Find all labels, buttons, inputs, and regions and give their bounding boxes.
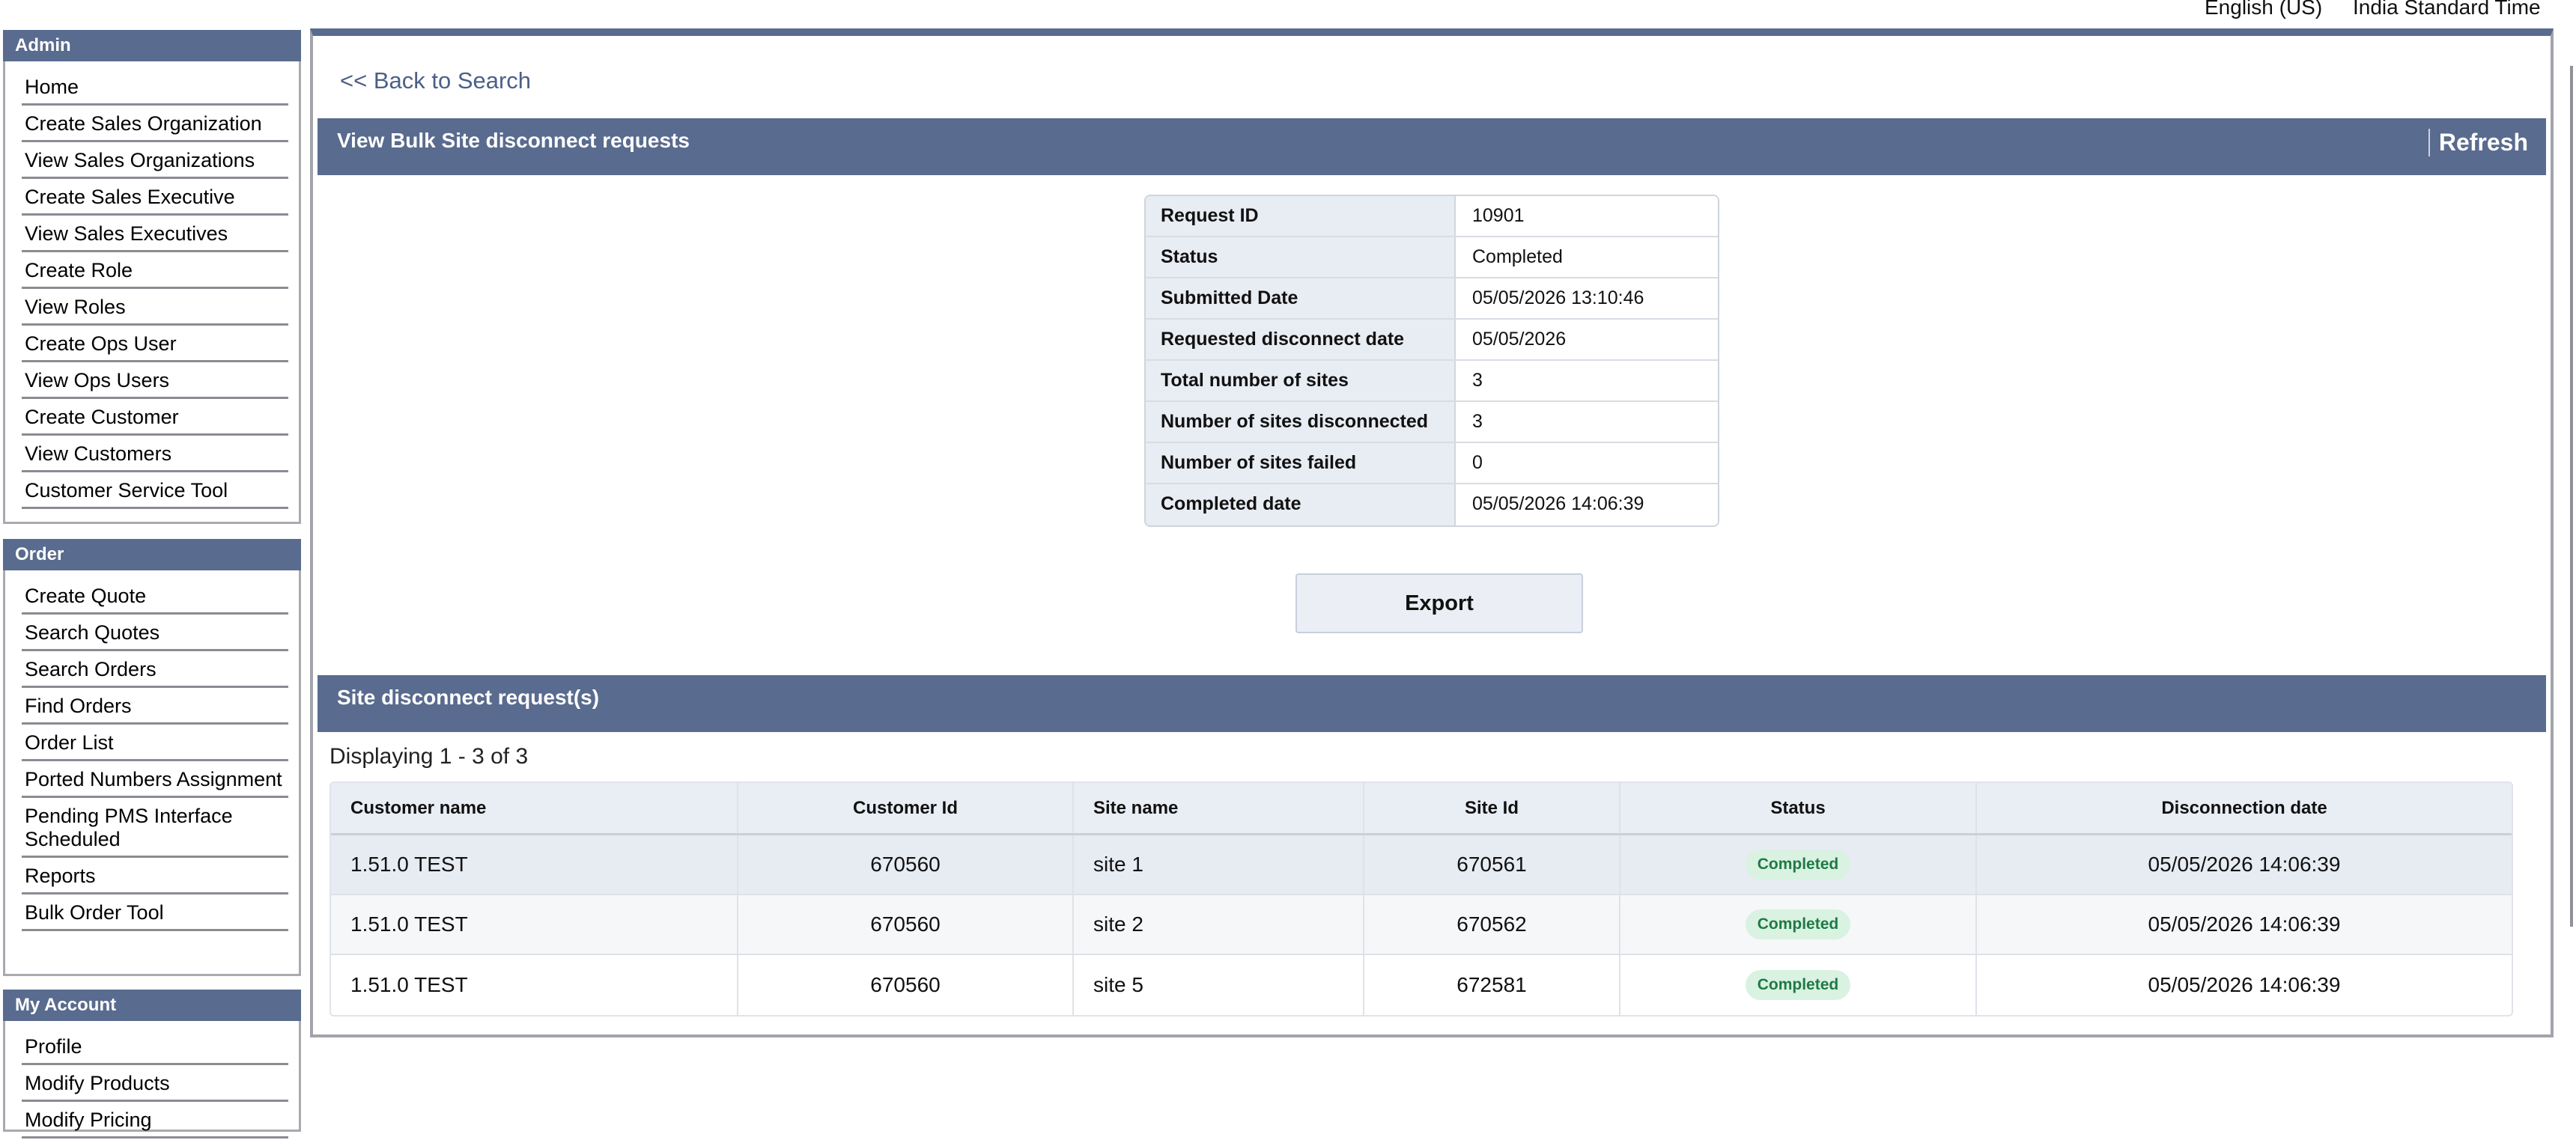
detail-value: 05/05/2026 xyxy=(1456,320,1718,359)
menu-item-create-ops-user[interactable]: Create Ops User xyxy=(22,326,288,362)
detail-row-status: Status Completed xyxy=(1146,237,1718,278)
menu-item-profile[interactable]: Profile xyxy=(22,1028,288,1065)
sites-section-title: Site disconnect request(s) xyxy=(337,686,600,709)
column-header-disconnection-date[interactable]: Disconnection date xyxy=(1977,783,2512,833)
menu-item-search-quotes[interactable]: Search Quotes xyxy=(22,615,288,651)
detail-value: 0 xyxy=(1456,443,1718,483)
menu-item-find-orders[interactable]: Find Orders xyxy=(22,688,288,725)
detail-row-total-sites: Total number of sites 3 xyxy=(1146,361,1718,402)
table-row[interactable]: 1.51.0 TEST 670560 site 1 670561 Complet… xyxy=(331,835,2512,895)
detail-label: Number of sites disconnected xyxy=(1146,402,1456,442)
table-row[interactable]: 1.51.0 TEST 670560 site 5 672581 Complet… xyxy=(331,955,2512,1015)
status-badge: Completed xyxy=(1745,970,1851,1000)
menu-item-create-role[interactable]: Create Role xyxy=(22,252,288,289)
detail-value: 05/05/2026 13:10:46 xyxy=(1456,278,1718,318)
detail-label: Number of sites failed xyxy=(1146,443,1456,483)
cell-customer-name: 1.51.0 TEST xyxy=(331,895,738,954)
admin-menu: Admin Home Create Sales Organization Vie… xyxy=(3,30,301,524)
menu-item-reports[interactable]: Reports xyxy=(22,858,288,894)
menu-item-view-sales-executives[interactable]: View Sales Executives xyxy=(22,216,288,252)
table-header-row: Customer name Customer Id Site name Site… xyxy=(331,783,2512,835)
menu-item-create-sales-executive[interactable]: Create Sales Executive xyxy=(22,179,288,216)
menu-item-home[interactable]: Home xyxy=(22,69,288,106)
my-account-menu-title: My Account xyxy=(3,990,301,1021)
menu-item-pending-pms-interface-scheduled[interactable]: Pending PMS Interface Scheduled xyxy=(22,798,288,858)
menu-item-view-customers[interactable]: View Customers xyxy=(22,436,288,472)
request-details-table: Request ID 10901 Status Completed Submit… xyxy=(1144,195,1719,527)
refresh-button[interactable]: Refresh xyxy=(2428,129,2528,156)
cell-status: Completed xyxy=(1620,895,1977,954)
detail-label: Total number of sites xyxy=(1146,361,1456,400)
menu-item-create-quote[interactable]: Create Quote xyxy=(22,578,288,615)
detail-row-submitted-date: Submitted Date 05/05/2026 13:10:46 xyxy=(1146,278,1718,320)
admin-menu-title: Admin xyxy=(3,30,301,61)
cell-customer-id: 670560 xyxy=(738,955,1074,1015)
cell-disconnection-date: 05/05/2026 14:06:39 xyxy=(2148,853,2341,876)
cell-site-name: site 2 xyxy=(1074,895,1364,954)
order-menu: Order Create Quote Search Quotes Search … xyxy=(3,539,301,976)
detail-value: 05/05/2026 14:06:39 xyxy=(1456,484,1718,525)
column-header-customer-id[interactable]: Customer Id xyxy=(738,783,1074,833)
pagination-summary: Displaying 1 - 3 of 3 xyxy=(329,744,529,769)
cell-site-name: site 5 xyxy=(1074,955,1364,1015)
cell-status: Completed xyxy=(1620,955,1977,1015)
detail-row-request-id: Request ID 10901 xyxy=(1146,196,1718,237)
detail-label: Request ID xyxy=(1146,196,1456,236)
export-button[interactable]: Export xyxy=(1295,573,1583,633)
page-header-bar: View Bulk Site disconnect requests Refre… xyxy=(318,118,2546,175)
cell-customer-name: 1.51.0 TEST xyxy=(331,835,738,894)
page-title: View Bulk Site disconnect requests xyxy=(337,129,690,152)
menu-item-bulk-order-tool[interactable]: Bulk Order Tool xyxy=(22,894,288,931)
detail-label: Submitted Date xyxy=(1146,278,1456,318)
menu-item-ported-numbers-assignment[interactable]: Ported Numbers Assignment xyxy=(22,761,288,798)
status-badge: Completed xyxy=(1745,850,1851,880)
menu-item-create-sales-organization[interactable]: Create Sales Organization xyxy=(22,106,288,142)
status-badge: Completed xyxy=(1745,909,1851,939)
cell-site-name: site 1 xyxy=(1074,835,1364,894)
menu-item-create-customer[interactable]: Create Customer xyxy=(22,399,288,436)
detail-label: Status xyxy=(1146,237,1456,277)
detail-value: 3 xyxy=(1456,402,1718,442)
column-header-customer-name[interactable]: Customer name xyxy=(331,783,738,833)
locale-bar: English (US) India Standard Time xyxy=(0,0,2576,19)
menu-item-view-roles[interactable]: View Roles xyxy=(22,289,288,326)
cell-site-id: 670562 xyxy=(1364,895,1620,954)
cell-customer-id: 670560 xyxy=(738,835,1074,894)
cell-disconnection-date: 05/05/2026 14:06:39 xyxy=(2148,973,2341,996)
back-to-search-link[interactable]: << Back to Search xyxy=(340,67,531,94)
menu-item-order-list[interactable]: Order List xyxy=(22,725,288,761)
menu-item-view-ops-users[interactable]: View Ops Users xyxy=(22,362,288,399)
detail-label: Requested disconnect date xyxy=(1146,320,1456,359)
detail-row-sites-disconnected: Number of sites disconnected 3 xyxy=(1146,402,1718,443)
column-header-site-name[interactable]: Site name xyxy=(1074,783,1364,833)
language-selector[interactable]: English (US) xyxy=(2205,0,2322,19)
cell-customer-name: 1.51.0 TEST xyxy=(331,955,738,1015)
order-menu-title: Order xyxy=(3,539,301,570)
detail-row-requested-disconnect-date: Requested disconnect date 05/05/2026 xyxy=(1146,320,1718,361)
cell-site-id: 670561 xyxy=(1364,835,1620,894)
cell-site-id: 672581 xyxy=(1364,955,1620,1015)
menu-item-view-sales-organizations[interactable]: View Sales Organizations xyxy=(22,142,288,179)
timezone-label: India Standard Time xyxy=(2353,0,2541,19)
my-account-menu: My Account Profile Modify Products Modif… xyxy=(3,990,301,1139)
column-header-site-id[interactable]: Site Id xyxy=(1364,783,1620,833)
detail-label: Completed date xyxy=(1146,484,1456,525)
cell-customer-id: 670560 xyxy=(738,895,1074,954)
detail-row-completed-date: Completed date 05/05/2026 14:06:39 xyxy=(1146,484,1718,525)
menu-item-search-orders[interactable]: Search Orders xyxy=(22,651,288,688)
cell-status: Completed xyxy=(1620,835,1977,894)
menu-item-customer-service-tool[interactable]: Customer Service Tool xyxy=(22,472,288,509)
page-scrollbar[interactable] xyxy=(2570,66,2573,927)
column-header-status[interactable]: Status xyxy=(1620,783,1977,833)
menu-item-modify-pricing[interactable]: Modify Pricing xyxy=(22,1102,288,1139)
sites-section-bar: Site disconnect request(s) xyxy=(318,675,2546,732)
site-disconnect-table: Customer name Customer Id Site name Site… xyxy=(329,781,2513,1017)
cell-disconnection-date: 05/05/2026 14:06:39 xyxy=(2148,912,2341,936)
table-row[interactable]: 1.51.0 TEST 670560 site 2 670562 Complet… xyxy=(331,895,2512,955)
menu-item-modify-products[interactable]: Modify Products xyxy=(22,1065,288,1102)
detail-value: 3 xyxy=(1456,361,1718,400)
detail-row-sites-failed: Number of sites failed 0 xyxy=(1146,443,1718,484)
detail-value: Completed xyxy=(1456,237,1718,277)
detail-value: 10901 xyxy=(1456,196,1718,236)
